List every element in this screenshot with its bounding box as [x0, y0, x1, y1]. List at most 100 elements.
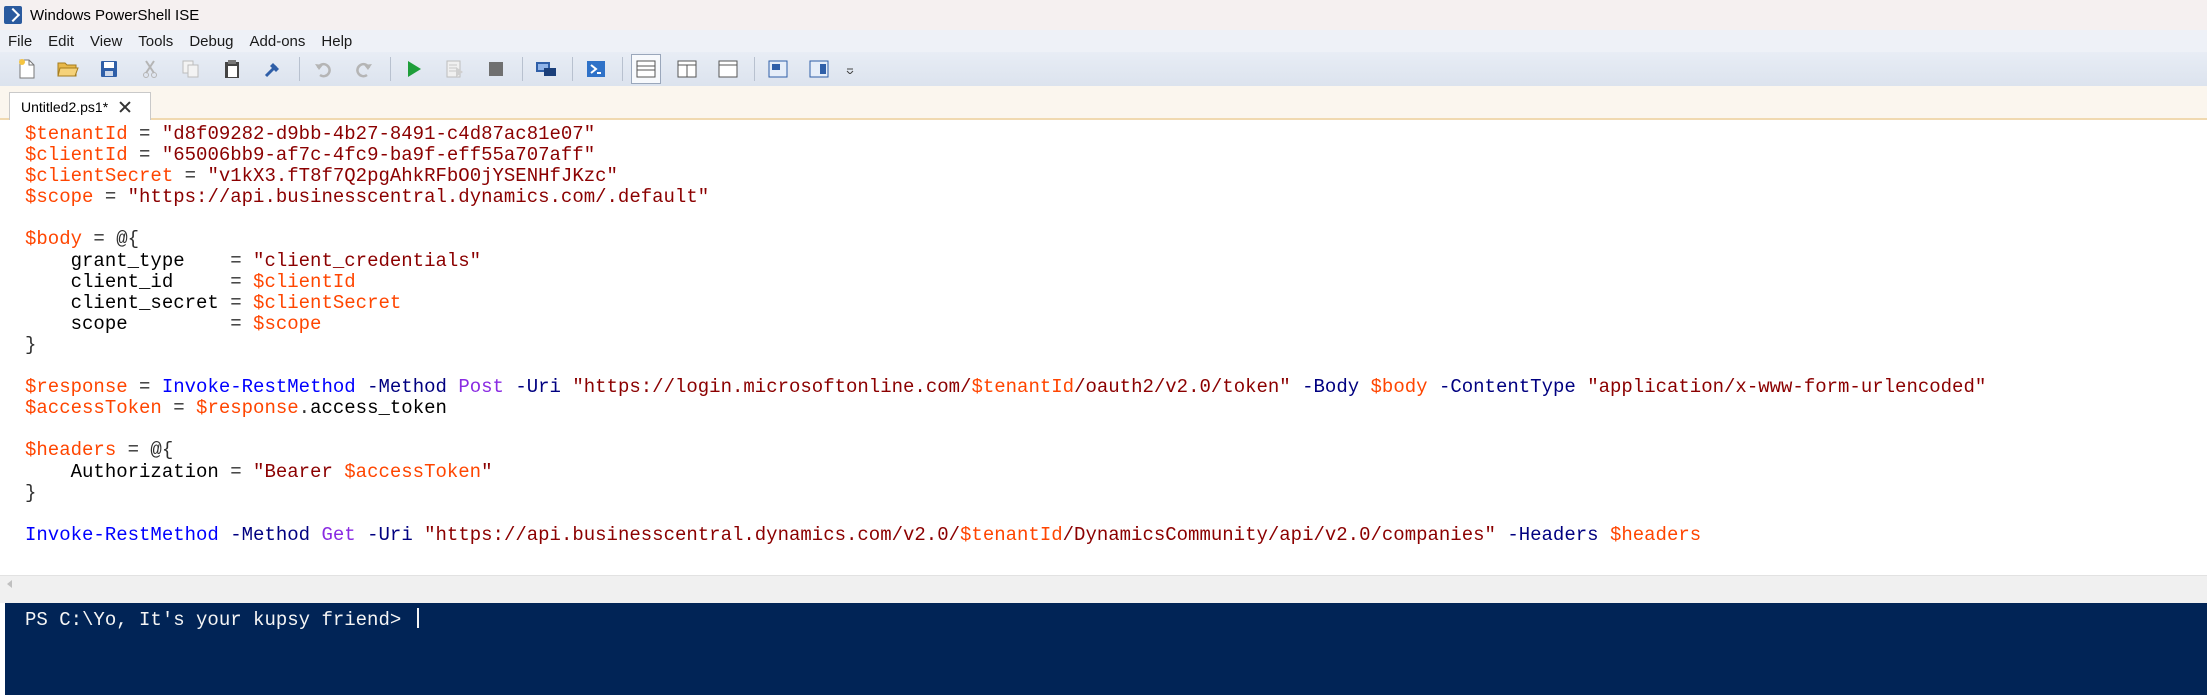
run-icon[interactable] — [399, 54, 429, 84]
code-area[interactable]: $tenantId = "d8f09282-d9bb-4b27-8491-c4d… — [25, 123, 1986, 546]
code-line[interactable]: client_id = $clientId — [25, 271, 1986, 293]
code-token-cmd: Invoke-RestMethod — [161, 376, 356, 399]
script-editor[interactable]: $tenantId = "d8f09282-d9bb-4b27-8491-c4d… — [0, 120, 2207, 591]
show-script-right-icon[interactable] — [672, 54, 702, 84]
code-token-str: "https://api.businesscentral.dynamics.co… — [424, 523, 961, 546]
code-line[interactable] — [25, 356, 1986, 377]
code-token-op: = — [230, 312, 254, 335]
toolbar-separator — [572, 57, 573, 81]
code-line[interactable]: $scope = "https://api.businesscentral.dy… — [25, 187, 1986, 208]
code-line[interactable]: Invoke-RestMethod -Method Get -Uri "http… — [25, 523, 1986, 546]
start-powershell-icon[interactable] — [581, 54, 611, 84]
code-line[interactable] — [25, 208, 1986, 229]
console-prompt: PS C:\Yo, It's your kupsy friend> — [25, 608, 419, 631]
code-token-str: "Bearer — [253, 460, 345, 483]
cut-icon[interactable] — [135, 54, 165, 84]
console-pane[interactable]: PS C:\Yo, It's your kupsy friend> — [5, 603, 2207, 695]
show-command-addon-icon[interactable] — [804, 54, 834, 84]
menu-addons[interactable]: Add-ons — [242, 33, 314, 50]
code-line[interactable]: $clientId = "65006bb9-af7c-4fc9-ba9f-eff… — [25, 145, 1986, 166]
show-command-window-icon[interactable] — [763, 54, 793, 84]
code-line[interactable]: $accessToken = $response.access_token — [25, 398, 1986, 419]
code-token-str: "d8f09282-d9bb-4b27-8491-c4d87ac81e07" — [161, 123, 596, 145]
code-token-var: $body — [25, 228, 83, 251]
code-line[interactable]: $body = @{ — [25, 229, 1986, 250]
code-line[interactable]: grant_type = "client_credentials" — [25, 249, 1986, 272]
stop-icon[interactable] — [481, 54, 511, 84]
code-token-param: -ContentType — [1438, 376, 1576, 399]
pane-splitter[interactable] — [0, 591, 2207, 603]
horizontal-scrollbar[interactable] — [0, 575, 2207, 591]
code-token-str: "https://api.businesscentral.dynamics.co… — [127, 186, 710, 209]
copy-icon[interactable] — [176, 54, 206, 84]
code-line[interactable] — [25, 419, 1986, 440]
code-token-op: = — [127, 144, 162, 167]
code-line[interactable]: $response = Invoke-RestMethod -Method Po… — [25, 377, 1986, 398]
show-script-maximized-icon[interactable] — [713, 54, 743, 84]
menu-edit[interactable]: Edit — [40, 33, 82, 50]
menu-help[interactable]: Help — [313, 33, 360, 50]
code-token-op: } — [25, 333, 37, 356]
script-tab-strip: Untitled2.ps1* — [0, 86, 2207, 120]
scroll-left-icon[interactable] — [7, 580, 12, 588]
code-line[interactable]: scope = $scope — [25, 312, 1986, 335]
code-line[interactable]: $tenantId = "d8f09282-d9bb-4b27-8491-c4d… — [25, 123, 1986, 145]
toolbar — [0, 52, 2207, 86]
code-token-op: = @{ — [82, 228, 140, 251]
code-token-param: -Body — [1302, 376, 1360, 399]
code-token-param: -Method — [230, 523, 311, 546]
code-token-plain: Authorization — [25, 460, 231, 483]
menu-file[interactable]: File — [0, 33, 40, 50]
run-selection-icon[interactable] — [440, 54, 470, 84]
code-token-str: "v1kX3.fT8f7Q2pgAhkRFbO0jYSENHfJKzc" — [207, 165, 618, 188]
menu-debug[interactable]: Debug — [181, 33, 241, 50]
code-token-var: $response — [196, 397, 299, 420]
paste-icon[interactable] — [217, 54, 247, 84]
save-icon[interactable] — [94, 54, 124, 84]
code-line[interactable]: Authorization = "Bearer $accessToken" — [25, 460, 1986, 483]
toolbar-overflow-icon[interactable] — [845, 54, 855, 84]
title-bar: Windows PowerShell ISE — [0, 0, 2207, 30]
show-script-top-icon[interactable] — [631, 54, 661, 84]
open-icon[interactable] — [53, 54, 83, 84]
redo-icon[interactable] — [349, 54, 379, 84]
code-token-op: = @{ — [116, 439, 174, 462]
window-title: Windows PowerShell ISE — [30, 6, 200, 24]
code-line[interactable]: $headers = @{ — [25, 440, 1986, 461]
code-line[interactable]: } — [25, 333, 1986, 356]
code-line[interactable]: } — [25, 482, 1986, 504]
code-token-str: "client_credentials" — [253, 249, 482, 272]
code-token-kw: Post — [458, 376, 504, 399]
code-token-str: "application/x-www-form-urlencoded" — [1587, 376, 1987, 399]
code-line[interactable]: $clientSecret = "v1kX3.fT8f7Q2pgAhkRFbO0… — [25, 166, 1986, 187]
code-token-param: -Uri — [515, 376, 561, 399]
close-icon[interactable] — [118, 100, 132, 114]
menu-view[interactable]: View — [82, 33, 130, 50]
code-token-var: $response — [25, 376, 128, 399]
remote-powershell-icon[interactable] — [531, 54, 561, 84]
code-token-str: /oauth2/v2.0/token" — [1074, 376, 1291, 399]
code-token-var: $headers — [25, 439, 117, 462]
code-token-var: $scope — [253, 312, 322, 335]
undo-icon[interactable] — [308, 54, 338, 84]
code-token-op: = — [230, 291, 254, 314]
code-token-param: -Headers — [1507, 523, 1599, 546]
tab-untitled2[interactable]: Untitled2.ps1* — [9, 92, 151, 120]
code-token-str: /DynamicsCommunity/api/v2.0/companies" — [1062, 523, 1496, 546]
code-token-plain: scope — [25, 312, 231, 335]
code-line[interactable] — [25, 504, 1986, 525]
code-token-op: = — [173, 165, 208, 188]
menu-tools[interactable]: Tools — [130, 33, 181, 50]
code-token-str: " — [481, 460, 493, 483]
clear-icon[interactable] — [258, 54, 288, 84]
code-token-var: $tenantId — [971, 376, 1075, 399]
new-icon[interactable] — [12, 54, 42, 84]
code-line[interactable]: client_secret = $clientSecret — [25, 291, 1986, 314]
